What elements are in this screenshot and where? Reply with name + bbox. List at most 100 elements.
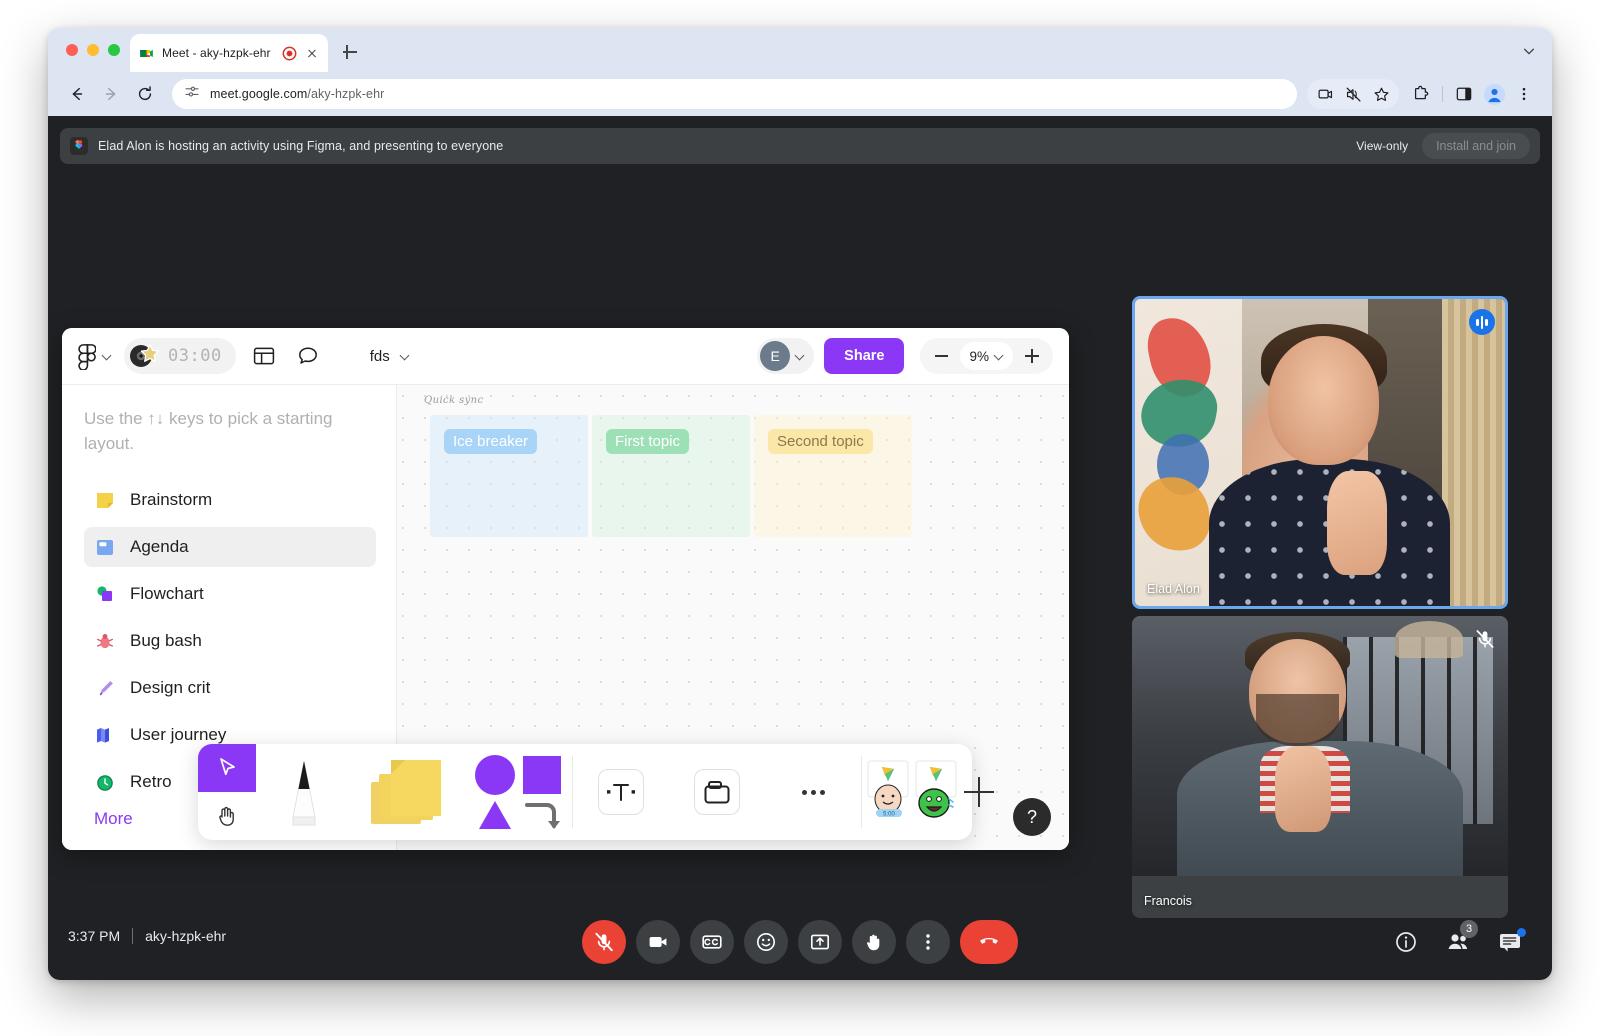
participant-tile-francois[interactable]: Francois: [1132, 616, 1508, 918]
figma-toolbar: 03:00 fds E Share 9%: [62, 328, 1069, 384]
layout-item-flowchart[interactable]: Flowchart: [84, 574, 376, 614]
zoom-out-button[interactable]: [926, 341, 956, 371]
present-button[interactable]: [798, 920, 842, 964]
layout-label: Bug bash: [130, 631, 202, 651]
mute-tab-icon[interactable]: [1339, 80, 1367, 108]
browser-toolbar: meet.google.com/aky-hzpk-ehr: [48, 72, 1552, 116]
figma-logo-icon[interactable]: [78, 344, 98, 371]
section-frame-icon[interactable]: [694, 769, 740, 815]
thumbs-up-hand: [1274, 745, 1332, 832]
url-host: meet.google.com: [210, 87, 308, 101]
meeting-details-button[interactable]: [1384, 920, 1428, 964]
pen-tool[interactable]: [256, 744, 352, 840]
flowchart-icon: [94, 583, 116, 605]
timer-widget[interactable]: 03:00: [124, 338, 236, 374]
screenshot-root: Meet - aky-hzpk-ehr meet.google.com/aky-…: [0, 0, 1600, 1036]
more-options-button[interactable]: [906, 920, 950, 964]
cursor-tool[interactable]: [198, 744, 256, 792]
layout-label: Agenda: [130, 537, 189, 557]
chat-button[interactable]: [1488, 920, 1532, 964]
recording-indicator-icon[interactable]: [282, 46, 297, 61]
layout-item-agenda[interactable]: Agenda: [84, 527, 376, 568]
zoom-level-display[interactable]: 9%: [960, 342, 1013, 370]
board-column[interactable]: Ice breaker: [430, 415, 588, 537]
layout-label: Brainstorm: [130, 490, 213, 510]
figma-tool-palette: 5:00: [198, 744, 994, 840]
raise-hand-button[interactable]: [852, 920, 896, 964]
tab-list-chevron-icon[interactable]: [1522, 44, 1536, 63]
share-button[interactable]: Share: [824, 338, 905, 374]
activity-notification-bar: Elad Alon is hosting an activity using F…: [60, 128, 1540, 164]
screen-share-icon[interactable]: [1311, 80, 1339, 108]
back-arrow-icon[interactable]: [62, 79, 92, 109]
new-tab-button[interactable]: [340, 42, 360, 62]
board-column[interactable]: Second topic: [754, 415, 912, 537]
file-menu-chevron-icon[interactable]: [400, 351, 410, 361]
minimize-window-button[interactable]: [87, 44, 99, 56]
curtain-background: [1442, 299, 1505, 606]
add-stamp-button[interactable]: [964, 777, 994, 807]
zoom-chevron-icon[interactable]: [994, 351, 1004, 361]
avatar: E: [760, 341, 791, 371]
shapes-tool[interactable]: [462, 744, 572, 840]
current-time: 3:37 PM: [68, 928, 121, 944]
bookmark-star-icon[interactable]: [1367, 80, 1395, 108]
participants-count-badge: 3: [1460, 920, 1478, 938]
figma-avatar-group[interactable]: E: [757, 338, 815, 374]
section-tool[interactable]: [669, 744, 765, 840]
column-chip-label: Second topic: [768, 429, 873, 454]
text-tool[interactable]: [573, 744, 669, 840]
party-monster-sticker-icon[interactable]: [908, 759, 962, 826]
hand-tool[interactable]: [198, 792, 256, 840]
url-path: /aky-hzpk-ehr: [307, 87, 385, 101]
tab-title: Meet - aky-hzpk-ehr: [162, 46, 271, 60]
reactions-button[interactable]: [744, 920, 788, 964]
participant-name: Francois: [1144, 894, 1192, 908]
side-panel-icon[interactable]: [1450, 80, 1478, 108]
google-meet-icon: [138, 45, 155, 62]
close-icon[interactable]: [304, 45, 320, 61]
camera-button[interactable]: [636, 920, 680, 964]
comment-bubble-icon[interactable]: [292, 340, 324, 372]
end-call-button[interactable]: [960, 920, 1018, 964]
maximize-window-button[interactable]: [108, 44, 120, 56]
zoom-in-button[interactable]: [1017, 341, 1047, 371]
layout-label: Design crit: [130, 678, 211, 698]
profile-avatar-icon[interactable]: [1480, 80, 1508, 108]
speaking-waveform-icon: [1469, 309, 1495, 335]
reload-icon[interactable]: [130, 79, 160, 109]
layout-panel-icon[interactable]: [248, 340, 280, 372]
figma-file-name-group[interactable]: fds: [370, 348, 410, 365]
address-bar[interactable]: meet.google.com/aky-hzpk-ehr: [172, 79, 1297, 109]
more-tools-button[interactable]: [765, 744, 861, 840]
meet-right-controls: 3: [1384, 920, 1532, 964]
figma-file-name: fds: [369, 347, 390, 365]
board-column[interactable]: First topic: [592, 415, 750, 537]
figma-canvas[interactable]: Use the ↑↓ keys to pick a starting layou…: [62, 384, 1069, 850]
install-and-join-button[interactable]: Install and join: [1422, 133, 1530, 159]
avatar-chevron-icon[interactable]: [795, 351, 805, 361]
clock-icon: [94, 771, 116, 793]
participants-button[interactable]: 3: [1436, 920, 1480, 964]
browser-window: Meet - aky-hzpk-ehr meet.google.com/aky-…: [48, 28, 1552, 980]
help-button[interactable]: ?: [1013, 798, 1051, 836]
sticky-note-tool[interactable]: [352, 744, 462, 840]
extensions-puzzle-icon[interactable]: [1407, 80, 1435, 108]
layout-item-bug-bash[interactable]: Bug bash: [84, 621, 376, 661]
figma-menu-chevron-icon[interactable]: [102, 351, 112, 361]
microphone-button[interactable]: [582, 920, 626, 964]
stickers-group: 5:00: [862, 744, 994, 840]
site-settings-icon[interactable]: [184, 84, 200, 105]
forward-arrow-icon[interactable]: [96, 79, 126, 109]
close-window-button[interactable]: [66, 44, 78, 56]
captions-button[interactable]: [690, 920, 734, 964]
browser-tab[interactable]: Meet - aky-hzpk-ehr: [130, 34, 328, 72]
layout-item-brainstorm[interactable]: Brainstorm: [84, 480, 376, 520]
column-chip-label: First topic: [606, 429, 690, 454]
figma-toolbar-right: E Share 9%: [757, 338, 1053, 374]
layout-item-design-crit[interactable]: Design crit: [84, 668, 376, 708]
participant-tile-elad-alon[interactable]: Elad Alon: [1132, 296, 1508, 609]
toolbar-divider: [1442, 86, 1443, 102]
more-menu-icon[interactable]: [1510, 80, 1538, 108]
text-t-icon[interactable]: [598, 769, 644, 815]
